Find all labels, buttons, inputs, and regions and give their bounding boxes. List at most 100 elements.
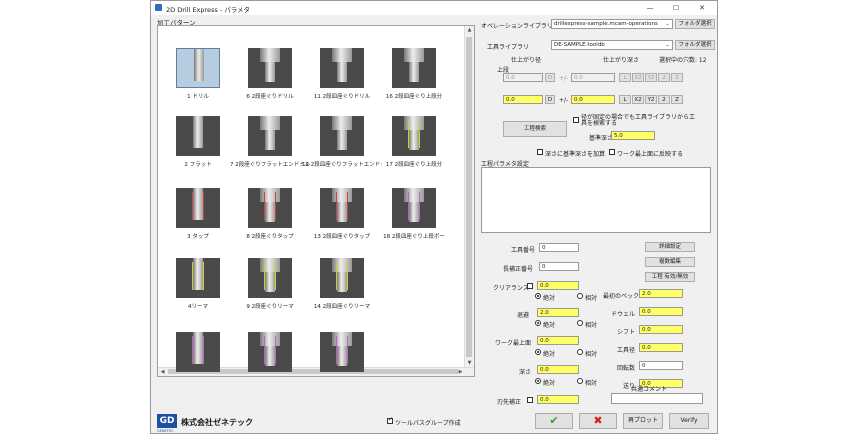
- drill-body-shape: [337, 130, 347, 150]
- depth-quick-button[interactable]: L: [619, 73, 631, 82]
- upper-diameter-input[interactable]: 0.0: [503, 73, 543, 82]
- drill-head-shape: [260, 188, 280, 202]
- pattern-tile[interactable]: 9 2段座ぐりリーマ: [230, 246, 310, 310]
- param-field-input[interactable]: 0.0: [639, 343, 683, 352]
- drill-head-shape: [332, 48, 352, 62]
- common-comment-input[interactable]: [611, 393, 703, 404]
- work-top-input[interactable]: 0.0: [537, 336, 579, 345]
- depth-quick-button[interactable]: L: [619, 95, 631, 104]
- depth-quick-button[interactable]: 2: [658, 95, 670, 104]
- operation-library-select[interactable]: drillexpress-sample.mcam-operations ⌄: [551, 19, 673, 29]
- reference-depth-input[interactable]: 5.0: [611, 131, 655, 140]
- lower-diameter-input[interactable]: 0.0: [503, 95, 543, 104]
- pattern-tile[interactable]: 3 タップ: [158, 176, 238, 240]
- fixed-dia-checkbox[interactable]: [573, 117, 579, 123]
- enable-process-button[interactable]: 工程 有効/無効: [645, 272, 695, 282]
- pattern-tile[interactable]: 1 ドリル: [158, 36, 238, 100]
- pattern-tile[interactable]: 13 2段皿座ぐりタップ: [302, 176, 382, 240]
- pattern-tile[interactable]: 4リーマ: [158, 246, 238, 310]
- depth-rel-radio[interactable]: [577, 378, 583, 384]
- work-top-checkbox[interactable]: [609, 149, 615, 155]
- detail-settings-button[interactable]: 詳細設定: [645, 242, 695, 252]
- drill-body-shape: [337, 272, 347, 292]
- clearance-abs-radio[interactable]: [535, 293, 541, 299]
- pattern-tile[interactable]: 11 2段皿座ぐりドリル: [302, 36, 382, 100]
- pattern-image: [248, 188, 292, 228]
- drill-body-shape: [193, 188, 203, 220]
- clearance-input[interactable]: 0.0: [537, 281, 579, 290]
- depth-quick-button[interactable]: X2: [632, 73, 644, 82]
- depth-quick-button[interactable]: Y2: [645, 95, 657, 104]
- depth-abs-radio[interactable]: [535, 378, 541, 384]
- scroll-thumb[interactable]: [466, 37, 472, 357]
- pattern-tile[interactable]: 12 2段皿座ぐりフラットエンドミル: [302, 104, 382, 168]
- toolpath-stripe: [336, 336, 337, 364]
- depth-quick-button[interactable]: Z: [671, 73, 683, 82]
- lower-d-button[interactable]: D: [545, 95, 555, 104]
- param-field-input[interactable]: 2.0: [639, 289, 683, 298]
- pattern-label: 13 2段皿座ぐりタップ: [313, 234, 371, 240]
- toolpath-stripe: [192, 336, 193, 364]
- pattern-tile[interactable]: 8 2段座ぐりタップ: [230, 176, 310, 240]
- pattern-tile[interactable]: 7 2段座ぐりフラットエンドミル: [230, 104, 310, 168]
- pattern-tile[interactable]: 16 2段皿座ぐり上段分: [374, 36, 454, 100]
- replot-button[interactable]: 再プロット: [623, 413, 663, 429]
- tip-comp-input[interactable]: 0.0: [537, 395, 579, 404]
- tip-comp-checkbox[interactable]: [527, 397, 533, 403]
- param-field-input[interactable]: 0: [639, 361, 683, 370]
- clearance-checkbox[interactable]: [527, 283, 533, 289]
- cancel-button[interactable]: ✖: [579, 413, 617, 429]
- pattern-tile[interactable]: 5 ボーリング: [158, 320, 238, 377]
- scroll-up-icon[interactable]: ▲: [465, 26, 474, 35]
- app-icon: [155, 4, 162, 11]
- pattern-tile[interactable]: 2 フラット: [158, 104, 238, 168]
- pattern-tile[interactable]: 14 2段皿座ぐりリーマ: [302, 246, 382, 310]
- upper-d-button[interactable]: D: [545, 73, 555, 82]
- pattern-tile[interactable]: 10 2段座ぐりボーリング: [230, 320, 310, 376]
- drill-head-shape: [404, 116, 424, 130]
- lower-depth-input[interactable]: 0.0: [571, 95, 615, 104]
- pattern-label: 16 2段皿座ぐり上段分: [385, 94, 443, 100]
- pattern-tile[interactable]: 15 2段皿座ぐりボーリング: [302, 320, 382, 376]
- retract-input[interactable]: 2.0: [537, 308, 579, 317]
- param-field-input[interactable]: 0.0: [639, 325, 683, 334]
- depth-quick-button[interactable]: 2: [658, 73, 670, 82]
- pattern-label: 5 ボーリング: [158, 376, 238, 377]
- multi-edit-button[interactable]: 複数編集: [645, 257, 695, 267]
- tool-number-input[interactable]: 0: [539, 243, 579, 252]
- clearance-rel-radio[interactable]: [577, 293, 583, 299]
- pattern-tile[interactable]: 18 2段皿座ぐり上段ボー: [374, 176, 454, 240]
- footer-bar: GD 株式会社ゼネテック GENETEC ツールパスグループ作成 ✔ ✖ 再プロ…: [151, 411, 717, 435]
- work-top-rel-radio[interactable]: [577, 349, 583, 355]
- vertical-scrollbar[interactable]: ▲ ▼: [464, 26, 474, 376]
- toolpath-group-checkbox[interactable]: [387, 416, 393, 424]
- maximize-button[interactable]: ☐: [665, 3, 687, 13]
- drill-head-shape: [260, 116, 280, 130]
- depth-quick-button[interactable]: Z: [671, 95, 683, 104]
- operation-folder-button[interactable]: フォルダ選択: [675, 19, 715, 29]
- pattern-image: [176, 188, 220, 228]
- ok-button[interactable]: ✔: [535, 413, 573, 429]
- retract-abs-radio[interactable]: [535, 320, 541, 326]
- verify-button[interactable]: Verify: [669, 413, 709, 429]
- upper-depth-input[interactable]: 0.0: [571, 73, 615, 82]
- depth-input[interactable]: 0.0: [537, 365, 579, 374]
- depth-quick-button[interactable]: Y2: [645, 73, 657, 82]
- minimize-button[interactable]: —: [639, 3, 661, 13]
- param-field-input[interactable]: 0.0: [639, 307, 683, 316]
- process-search-button[interactable]: 工程検索: [503, 121, 567, 137]
- add-ref-depth-checkbox[interactable]: [537, 149, 543, 155]
- pattern-tile[interactable]: 17 2段皿座ぐり上段分: [374, 104, 454, 168]
- process-params-area[interactable]: [481, 167, 711, 233]
- pattern-label: 6 2段座ぐりドリル: [246, 94, 294, 100]
- pattern-tile[interactable]: 6 2段座ぐりドリル: [230, 36, 310, 100]
- depth-quick-button[interactable]: X2: [632, 95, 644, 104]
- tool-library-select[interactable]: DE-SAMPLE.tooldb ⌄: [551, 40, 673, 50]
- close-button[interactable]: ✕: [691, 3, 713, 13]
- operation-library-label: オペレーションライブラリ: [481, 23, 553, 30]
- tool-folder-button[interactable]: フォルダ選択: [675, 40, 715, 50]
- offset-number-input[interactable]: 0: [539, 262, 579, 271]
- work-top-abs-radio[interactable]: [535, 349, 541, 355]
- scroll-right-icon[interactable]: ▶: [456, 368, 465, 376]
- retract-rel-radio[interactable]: [577, 320, 583, 326]
